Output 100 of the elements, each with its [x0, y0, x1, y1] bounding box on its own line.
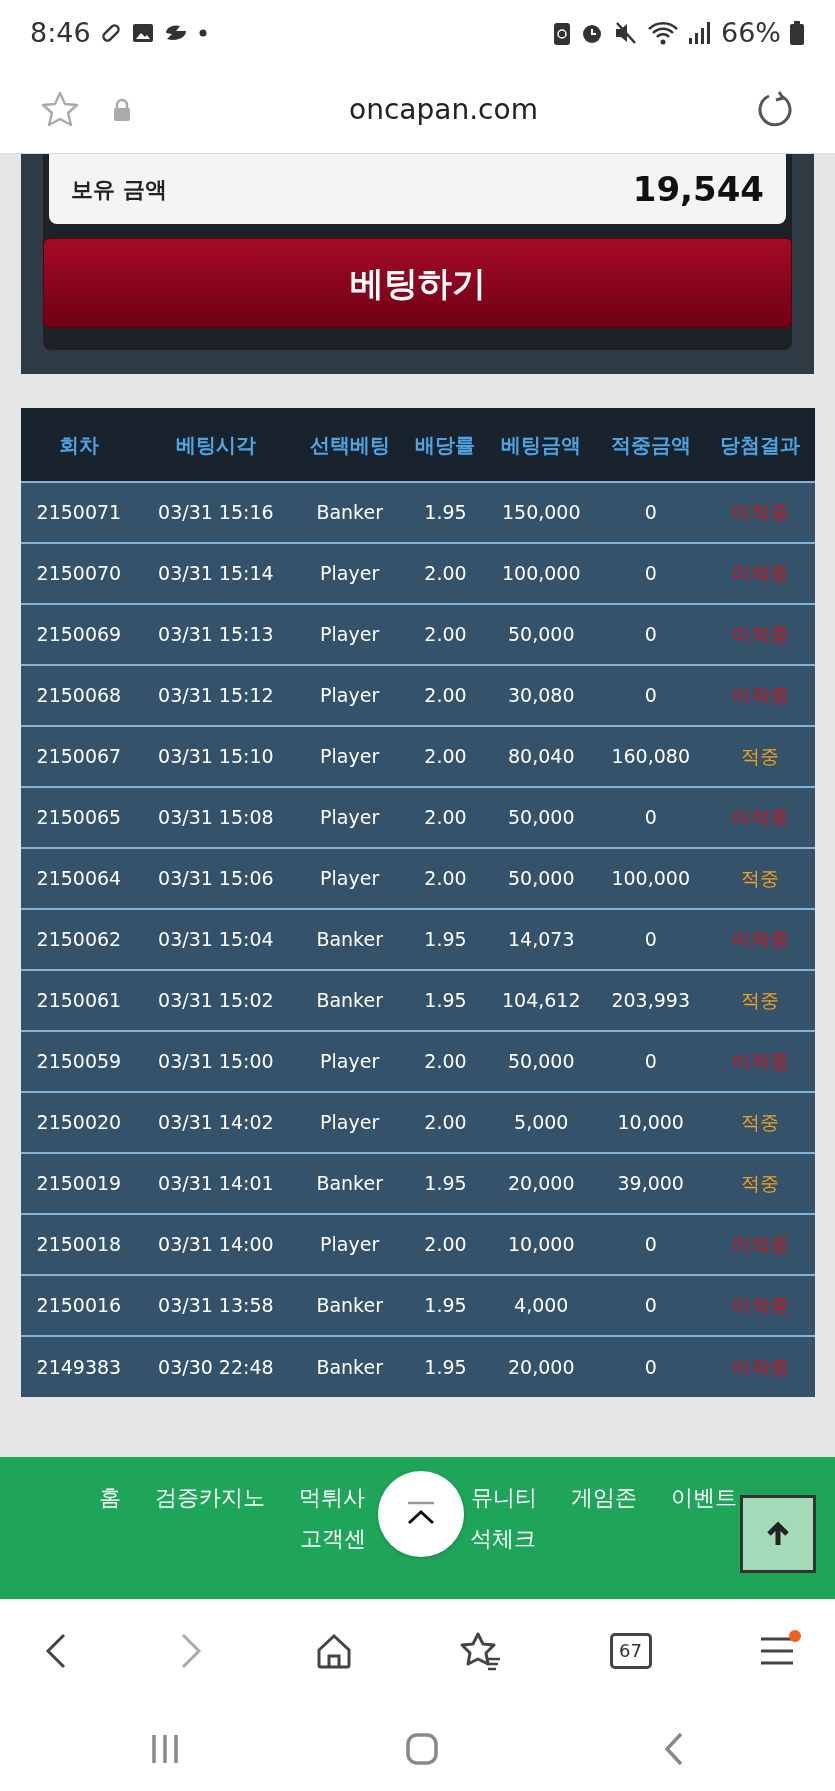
balance-value: 19,544	[632, 167, 764, 211]
mute-icon	[613, 20, 639, 46]
balance-label: 보유 금액	[71, 175, 167, 204]
table-cell: 1.95	[404, 1153, 487, 1214]
battery-saver-icon	[553, 20, 571, 46]
footer-link[interactable]: 검증카지노	[154, 1481, 265, 1514]
table-cell: 50,000	[486, 848, 596, 909]
table-cell: 2150016	[21, 1275, 137, 1336]
result-cell: 적중	[705, 1092, 815, 1153]
scroll-top-button[interactable]	[378, 1471, 464, 1557]
table-cell: Banker	[294, 482, 405, 543]
table-cell: 03/31 13:58	[136, 1275, 295, 1336]
table-cell: Player	[294, 1031, 405, 1092]
table-cell: 0	[596, 1336, 706, 1397]
image-icon	[130, 21, 155, 45]
table-cell: 2150067	[21, 726, 137, 787]
table-cell: 5,000	[486, 1092, 596, 1153]
result-cell: 미적중	[705, 1275, 815, 1336]
table-cell: Banker	[294, 1153, 405, 1214]
table-cell: Banker	[294, 909, 405, 970]
table-cell: 2150070	[21, 543, 137, 604]
table-cell: 20,000	[486, 1336, 596, 1397]
table-cell: 50,000	[486, 604, 596, 665]
result-cell: 미적중	[705, 787, 815, 848]
recent-apps-icon[interactable]	[150, 1732, 180, 1765]
table-cell: 30,080	[486, 665, 596, 726]
tabs-button[interactable]: 67	[609, 1633, 652, 1669]
table-cell: 03/31 15:16	[136, 482, 295, 543]
result-cell: 미적중	[705, 1214, 815, 1275]
table-cell: 2150065	[21, 787, 137, 848]
table-cell: Player	[294, 787, 405, 848]
footer-link[interactable]: 석체크	[469, 1522, 536, 1555]
table-cell: 2.00	[404, 604, 487, 665]
table-cell: 100,000	[596, 848, 706, 909]
table-cell: 0	[596, 909, 706, 970]
back-to-top-button[interactable]	[740, 1495, 816, 1573]
table-cell: 03/31 15:00	[136, 1031, 295, 1092]
table-cell: 03/31 15:06	[136, 848, 295, 909]
table-cell: 2150064	[21, 848, 137, 909]
footer-link[interactable]: 먹튀사	[298, 1481, 365, 1514]
table-cell: Banker	[294, 1275, 405, 1336]
result-cell: 적중	[705, 1153, 815, 1214]
table-cell: Player	[294, 604, 405, 665]
table-cell: Player	[294, 848, 405, 909]
table-cell: 0	[596, 1275, 706, 1336]
dot-icon	[198, 29, 207, 37]
table-cell: 2.00	[404, 665, 487, 726]
table-cell: 2150062	[21, 909, 137, 970]
lock-icon	[112, 97, 132, 122]
table-cell: 03/31 14:02	[136, 1092, 295, 1153]
column-header: 베팅시각	[136, 408, 295, 482]
column-header: 선택베팅	[294, 408, 405, 482]
menu-icon[interactable]	[758, 1636, 795, 1666]
result-cell: 미적중	[705, 543, 815, 604]
table-cell: Player	[294, 726, 405, 787]
table-cell: 160,080	[596, 726, 706, 787]
result-cell: 미적중	[705, 665, 815, 726]
table-cell: 2.00	[404, 1092, 487, 1153]
footer-link[interactable]: 뮤니티	[470, 1481, 537, 1514]
table-cell: 2.00	[404, 787, 487, 848]
table-cell: 14,073	[486, 909, 596, 970]
table-cell: 03/31 14:00	[136, 1214, 295, 1275]
table-cell: 03/31 15:02	[136, 970, 295, 1031]
result-cell: 미적중	[705, 604, 815, 665]
table-cell: 2150071	[21, 482, 137, 543]
footer-link[interactable]: 이벤트	[670, 1481, 737, 1514]
result-cell: 미적중	[705, 909, 815, 970]
result-cell: 미적중	[705, 1031, 815, 1092]
wifi-icon	[647, 20, 679, 46]
table-cell: 03/31 15:13	[136, 604, 295, 665]
table-cell: 2.00	[404, 726, 487, 787]
battery-text: 66%	[721, 15, 781, 50]
bookmarks-icon[interactable]	[460, 1631, 503, 1671]
home-button-icon[interactable]	[404, 1731, 439, 1766]
table-cell: 2150018	[21, 1214, 137, 1275]
table-cell: 150,000	[486, 482, 596, 543]
table-cell: 0	[596, 665, 706, 726]
table-cell: 0	[596, 604, 706, 665]
table-cell: 1.95	[404, 1336, 487, 1397]
footer-link[interactable]: 게임존	[570, 1481, 637, 1514]
table-cell: 104,612	[486, 970, 596, 1031]
table-cell: 1.95	[404, 909, 487, 970]
signal-icon	[687, 20, 713, 46]
column-header: 적중금액	[596, 408, 706, 482]
column-header: 베팅금액	[486, 408, 596, 482]
table-cell: 50,000	[486, 1031, 596, 1092]
footer-link[interactable]: 고객센	[299, 1522, 366, 1555]
bet-button[interactable]: 베팅하기	[43, 238, 792, 328]
footer-link[interactable]: 홈	[98, 1481, 121, 1514]
table-cell: 2150019	[21, 1153, 137, 1214]
table-cell: 2.00	[404, 1214, 487, 1275]
table-cell: Player	[294, 1214, 405, 1275]
result-cell: 미적중	[705, 482, 815, 543]
table-cell: 2150020	[21, 1092, 137, 1153]
table-cell: 2.00	[404, 1031, 487, 1092]
table-cell: Player	[294, 543, 405, 604]
table-cell: 1.95	[404, 970, 487, 1031]
table-cell: 10,000	[486, 1214, 596, 1275]
time-text: 8:46	[30, 15, 91, 50]
table-cell: 0	[596, 1031, 706, 1092]
